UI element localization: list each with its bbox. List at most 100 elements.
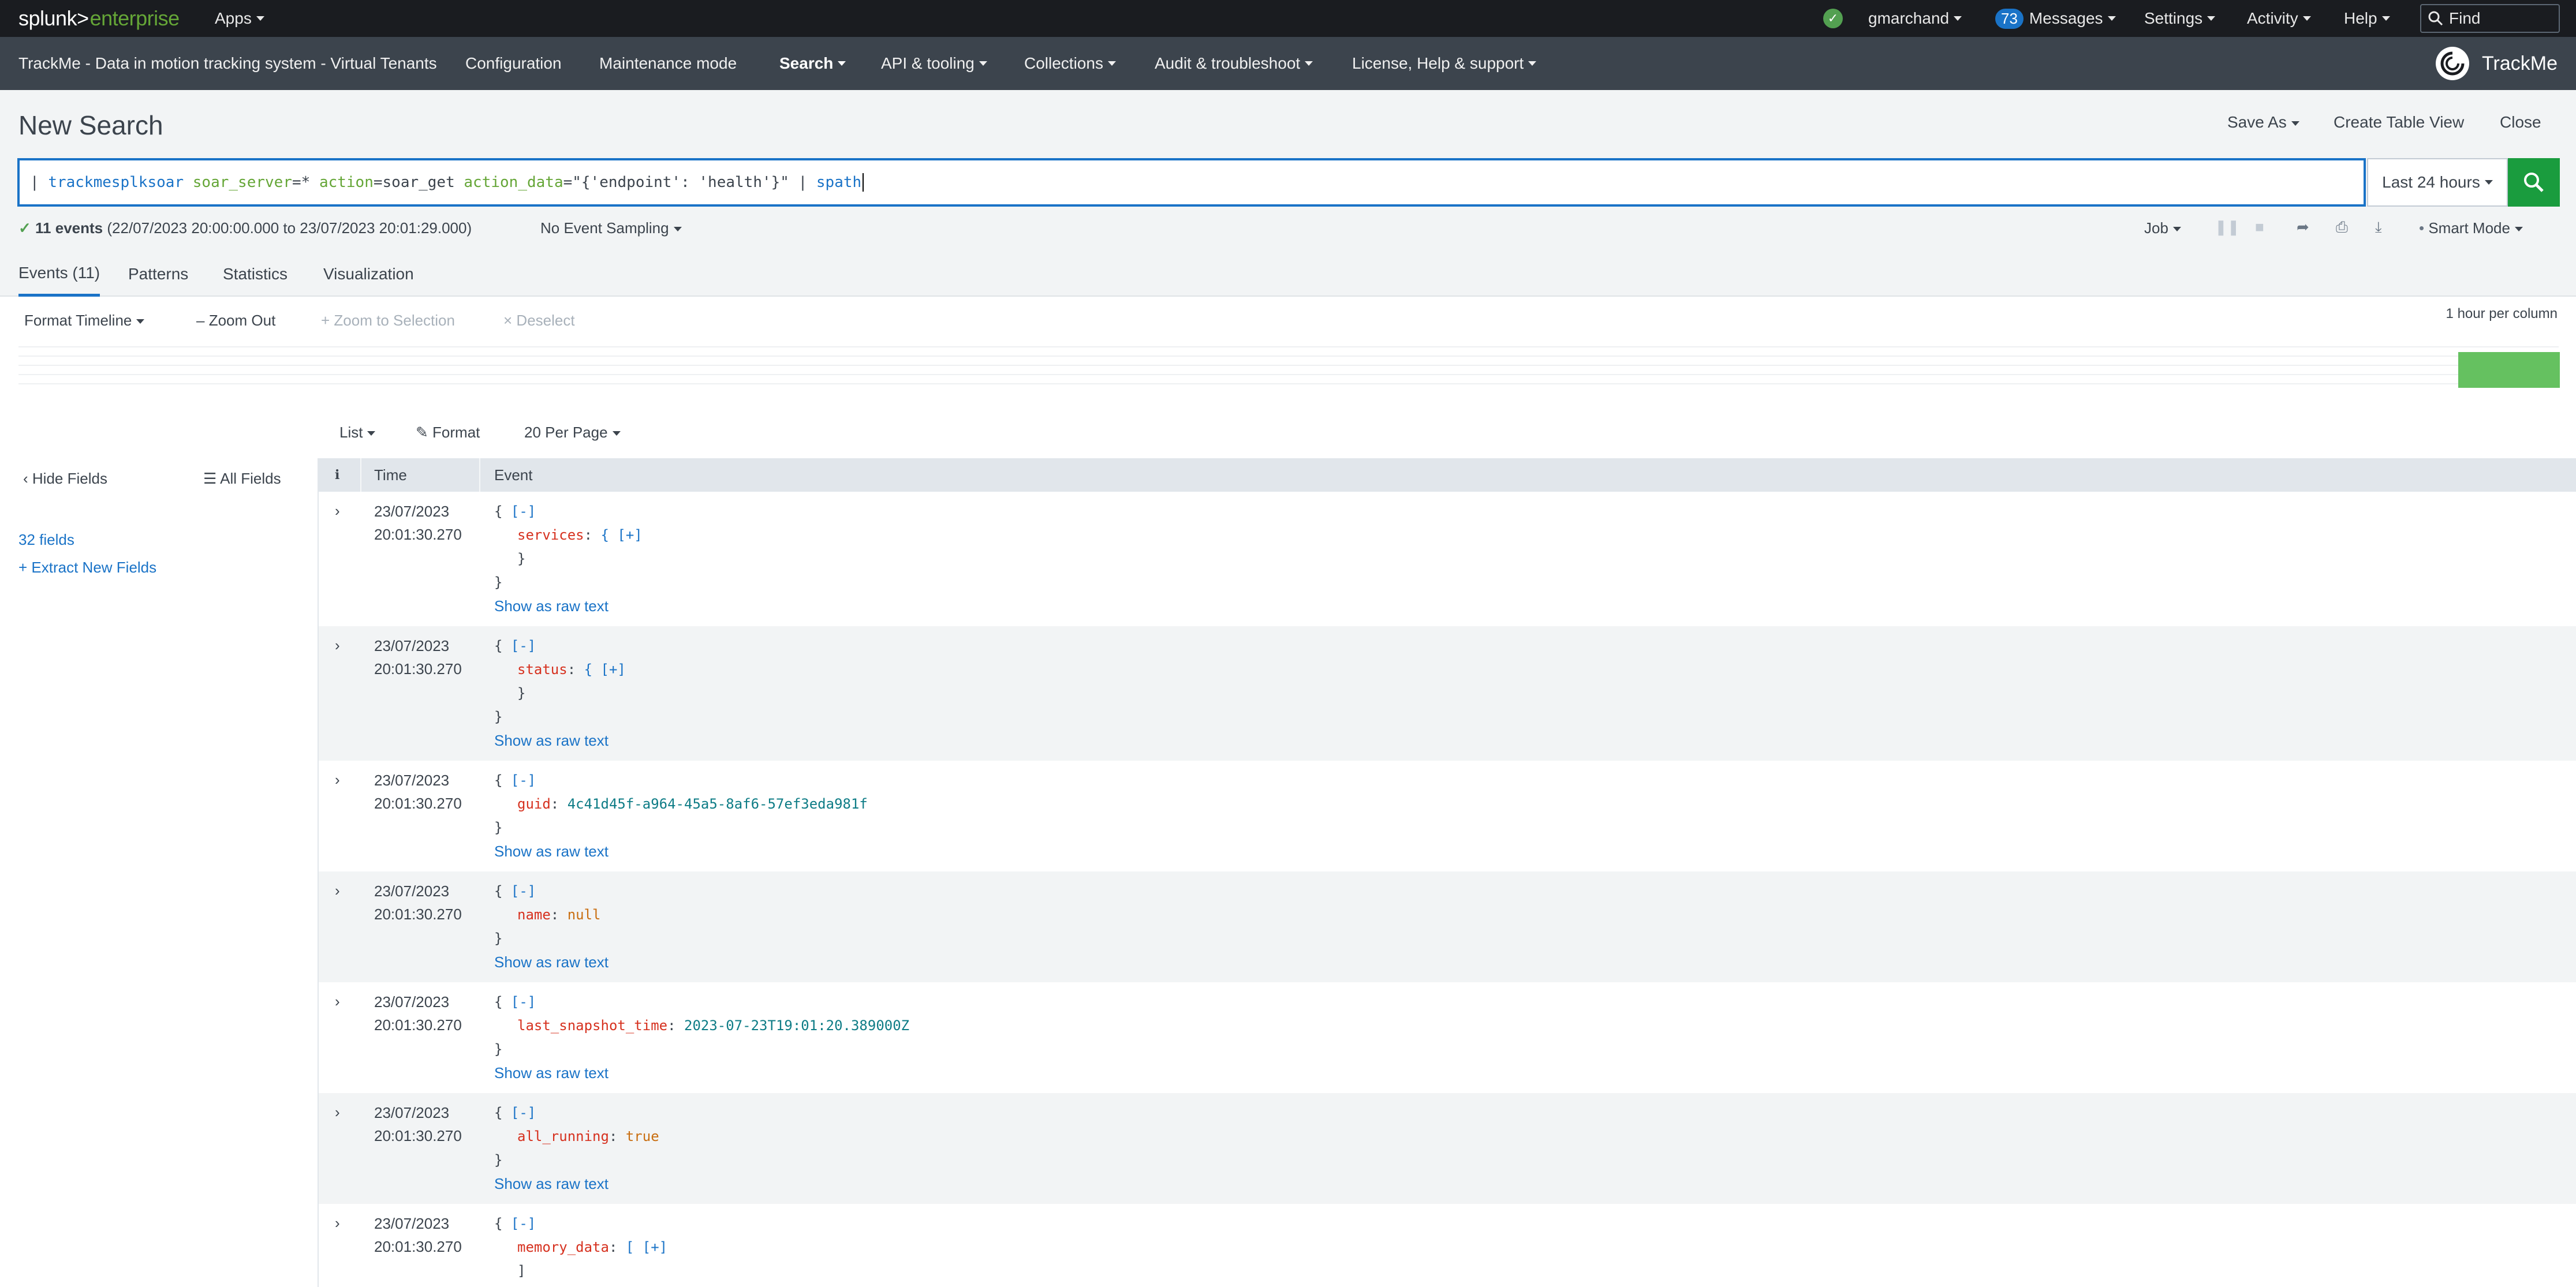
timeline-bar[interactable] xyxy=(2458,352,2560,388)
app-title[interactable]: TrackMe - Data in motion tracking system… xyxy=(18,37,437,90)
job-label: Job xyxy=(2144,219,2168,237)
expand-row-chevron-icon[interactable]: › xyxy=(335,637,340,654)
close-button[interactable]: Close xyxy=(2500,113,2541,132)
list-view-menu[interactable]: List xyxy=(339,424,376,442)
create-table-view-button[interactable]: Create Table View xyxy=(2334,113,2464,132)
tab-visualization[interactable]: Visualization xyxy=(323,252,414,297)
show-raw-text-link[interactable]: Show as raw text xyxy=(494,951,608,974)
column-header-time[interactable]: Time xyxy=(374,458,407,492)
show-raw-text-link[interactable]: Show as raw text xyxy=(494,729,626,753)
splunk-logo[interactable]: splunk> enterprise xyxy=(18,0,180,37)
find-input[interactable]: Find xyxy=(2420,4,2560,33)
tab-events[interactable]: Events (11) xyxy=(18,252,100,297)
event-time[interactable]: 23/07/2023 20:01:30.270 xyxy=(374,634,462,680)
print-icon[interactable]: ⎙ xyxy=(2336,218,2348,237)
nav-api-tooling[interactable]: API & tooling xyxy=(881,37,987,90)
hide-fields-button[interactable]: ‹ Hide Fields xyxy=(23,470,107,488)
show-raw-text-link[interactable]: Show as raw text xyxy=(494,1172,659,1196)
json-key[interactable]: all_running xyxy=(517,1128,609,1144)
expand-row-chevron-icon[interactable]: › xyxy=(335,993,340,1011)
json-value[interactable]: 2023-07-23T19:01:20.389000Z xyxy=(684,1017,909,1034)
all-fields-button[interactable]: ☰ All Fields xyxy=(203,470,281,488)
help-menu[interactable]: Help xyxy=(2344,0,2390,37)
search-query-input[interactable]: | trackmesplksoar soar_server =* action =s… xyxy=(17,158,2366,207)
tab-patterns[interactable]: Patterns xyxy=(128,252,188,297)
json-value[interactable]: { [+] xyxy=(601,527,643,543)
json-value[interactable]: true xyxy=(626,1128,659,1144)
export-icon[interactable]: ⤓ xyxy=(2375,218,2382,237)
expand-row-chevron-icon[interactable]: › xyxy=(335,502,340,520)
expand-row-chevron-icon[interactable]: › xyxy=(335,1103,340,1121)
nav-collections[interactable]: Collections xyxy=(1024,37,1116,90)
collapse-toggle[interactable]: [-] xyxy=(511,638,536,654)
nav-configuration[interactable]: Configuration xyxy=(465,37,562,90)
sampling-label: No Event Sampling xyxy=(540,219,669,237)
messages-menu[interactable]: 73 Messages xyxy=(1995,0,2116,37)
field-count[interactable]: 32 fields xyxy=(18,531,74,549)
messages-label: Messages xyxy=(2029,9,2103,27)
json-key[interactable]: last_snapshot_time xyxy=(517,1017,667,1034)
search-mode-menu[interactable]: • Smart Mode xyxy=(2419,219,2523,237)
json-key[interactable]: memory_data xyxy=(517,1239,609,1255)
search-mode-label: Smart Mode xyxy=(2428,219,2510,237)
json-value[interactable]: 4c41d45f-a964-45a5-8af6-57ef3eda981f xyxy=(568,796,868,812)
per-page-menu[interactable]: 20 Per Page xyxy=(524,424,621,442)
table-row: › 23/07/2023 20:01:30.270 { [-] name: null} S… xyxy=(319,871,2576,982)
show-raw-text-link[interactable]: Show as raw text xyxy=(494,594,643,618)
format-button[interactable]: ✎ Format xyxy=(416,424,480,442)
format-timeline-menu[interactable]: Format Timeline xyxy=(24,312,145,330)
event-json: { [-] all_running: true} Show as raw text xyxy=(494,1101,659,1196)
health-status[interactable]: ✓ xyxy=(1823,0,1843,37)
json-value[interactable]: [ [+] xyxy=(626,1239,667,1255)
stop-icon[interactable]: ■ xyxy=(2255,218,2264,236)
zoom-out-button[interactable]: – Zoom Out xyxy=(196,312,275,330)
collapse-toggle[interactable]: [-] xyxy=(511,994,536,1010)
event-time[interactable]: 23/07/2023 20:01:30.270 xyxy=(374,769,462,815)
expand-row-chevron-icon[interactable]: › xyxy=(335,771,340,789)
expand-row-chevron-icon[interactable]: › xyxy=(335,882,340,900)
collapse-toggle[interactable]: [-] xyxy=(511,503,536,519)
user-menu[interactable]: gmarchand xyxy=(1868,0,1962,37)
timeline-chart[interactable] xyxy=(18,346,2560,390)
nav-search[interactable]: Search xyxy=(779,37,846,90)
show-raw-text-link[interactable]: Show as raw text xyxy=(494,1061,909,1085)
extract-new-fields-link[interactable]: + Extract New Fields xyxy=(18,559,156,577)
job-menu[interactable]: Job xyxy=(2144,219,2181,237)
settings-menu[interactable]: Settings xyxy=(2144,0,2216,37)
event-time[interactable]: 23/07/2023 20:01:30.270 xyxy=(374,880,462,926)
logo-splunk-text: splunk> xyxy=(18,6,89,30)
collapse-toggle[interactable]: [-] xyxy=(511,772,536,788)
tab-statistics[interactable]: Statistics xyxy=(223,252,288,297)
nav-maintenance-mode[interactable]: Maintenance mode xyxy=(599,37,737,90)
zoom-to-selection-button[interactable]: + Zoom to Selection xyxy=(321,312,455,330)
event-time[interactable]: 23/07/2023 20:01:30.270 xyxy=(374,1101,462,1147)
page-title: New Search xyxy=(18,110,163,140)
json-key[interactable]: name xyxy=(517,907,551,923)
json-value[interactable]: { [+] xyxy=(584,661,626,678)
activity-menu[interactable]: Activity xyxy=(2247,0,2311,37)
apps-menu[interactable]: Apps xyxy=(215,0,264,37)
collapse-toggle[interactable]: [-] xyxy=(511,883,536,899)
trackme-logo[interactable]: TrackMe xyxy=(2436,37,2558,90)
search-button[interactable] xyxy=(2508,158,2560,207)
collapse-toggle[interactable]: [-] xyxy=(511,1105,536,1121)
json-key[interactable]: status xyxy=(517,661,568,678)
event-sampling-menu[interactable]: No Event Sampling xyxy=(540,219,682,237)
event-time[interactable]: 23/07/2023 20:01:30.270 xyxy=(374,500,462,546)
save-as-menu[interactable]: Save As xyxy=(2227,113,2299,132)
expand-row-chevron-icon[interactable]: › xyxy=(335,1214,340,1232)
share-icon[interactable]: ➦ xyxy=(2297,218,2309,236)
nav-audit-troubleshoot[interactable]: Audit & troubleshoot xyxy=(1155,37,1313,90)
json-value[interactable]: null xyxy=(568,907,601,923)
json-key[interactable]: services xyxy=(517,527,584,543)
json-key[interactable]: guid xyxy=(517,796,551,812)
event-time[interactable]: 23/07/2023 20:01:30.270 xyxy=(374,1212,462,1258)
show-raw-text-link[interactable]: Show as raw text xyxy=(494,840,868,863)
collapse-toggle[interactable]: [-] xyxy=(511,1215,536,1232)
nav-license-help[interactable]: License, Help & support xyxy=(1352,37,1537,90)
event-time[interactable]: 23/07/2023 20:01:30.270 xyxy=(374,990,462,1037)
deselect-button[interactable]: × Deselect xyxy=(503,312,575,330)
pause-icon[interactable]: ❚❚ xyxy=(2215,218,2240,236)
search-icon xyxy=(2428,11,2443,26)
time-range-picker[interactable]: Last 24 hours xyxy=(2367,158,2508,207)
